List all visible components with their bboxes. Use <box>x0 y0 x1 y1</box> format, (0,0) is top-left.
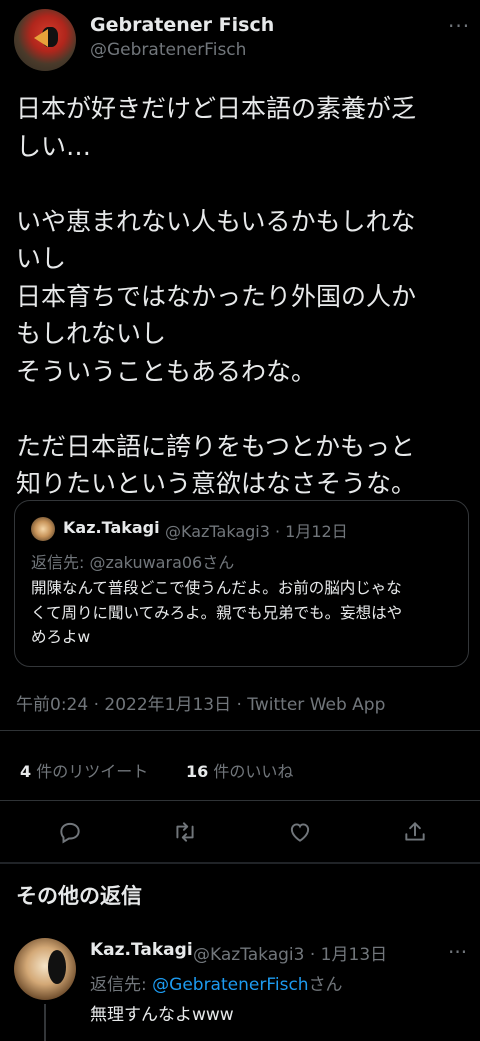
more-icon[interactable]: ··· <box>448 14 470 38</box>
tweet-line: いし <box>16 244 67 273</box>
more-icon[interactable]: ··· <box>448 940 467 964</box>
retweet-label: 件のリツイート <box>36 762 149 781</box>
retweet-count: 4 <box>20 762 32 781</box>
tweet-line: もしれないし <box>16 319 167 348</box>
tweet-line: しい… <box>16 131 92 161</box>
quote-author-meta: @KazTakagi3 · 1月12日 <box>165 522 348 541</box>
quote-avatar <box>31 517 55 541</box>
reply-to-prefix: 返信先: <box>90 975 153 995</box>
tweet-line <box>16 390 468 428</box>
tweet-text: 日本が好きだけど日本語の素養が乏 しい… いや恵まれない人もいるかもしれな いし… <box>16 90 468 503</box>
tweet-line: いや恵まれない人もいるかもしれな <box>16 206 416 236</box>
tweet-line: 日本育ちではなかったり外国の人か <box>16 281 417 311</box>
quote-author-name: Kaz.Takagi <box>63 518 160 537</box>
replies-section-title: その他の返信 <box>16 884 142 908</box>
quote-text: 開陳なんて普段どこで使うんだよ。お前の脳内じゃな くて周りに聞いてみろよ。親でも… <box>31 576 461 650</box>
tweet-line: 知りたいという意欲はなさそうな。 <box>16 469 417 498</box>
quoted-tweet[interactable]: Kaz.Takagi @KazTakagi3 · 1月12日 返信先: @zak… <box>14 500 469 667</box>
tweet-line <box>16 165 468 203</box>
quote-line: くて周りに聞いてみろよ。親でも兄弟でも。妄想はや <box>31 603 403 622</box>
share-icon[interactable] <box>399 816 431 848</box>
reply-author-name[interactable]: Kaz.Takagi <box>90 940 193 960</box>
quote-line: めろよw <box>31 628 91 646</box>
quote-line: 開陳なんて普段どこで使うんだよ。お前の脳内じゃな <box>31 579 402 597</box>
tweet-line: 日本が好きだけど日本語の素養が乏 <box>16 94 417 123</box>
section-divider <box>0 862 480 864</box>
tweet-line: そういうこともあるわな。 <box>16 356 317 386</box>
reply-to-handle[interactable]: @GebratenerFisch <box>152 975 308 995</box>
reply-icon[interactable] <box>54 816 86 848</box>
retweet-icon[interactable] <box>169 816 201 848</box>
author-name[interactable]: Gebratener Fisch <box>90 14 274 36</box>
tweet-timestamp[interactable]: 午前0:24 · 2022年1月13日 · Twitter Web App <box>16 690 385 715</box>
reply-to-suffix: さん <box>308 975 343 995</box>
reply-author-meta[interactable]: @KazTakagi3 · 1月13日 <box>193 940 387 965</box>
author-handle[interactable]: @GebratenerFisch <box>90 40 246 60</box>
reply-text: 無理すんなよwww <box>90 1005 234 1025</box>
retweet-stat[interactable]: 4 件のリツイート <box>20 758 148 782</box>
tweet-line: ただ日本語に誇りをもつとかもっと <box>16 431 416 461</box>
divider <box>0 730 480 731</box>
quote-reply-to: 返信先: @zakuwara06さん <box>31 553 235 572</box>
thread-line <box>44 1004 46 1041</box>
author-avatar[interactable] <box>14 9 76 71</box>
like-count: 16 <box>186 762 209 781</box>
divider <box>0 800 480 801</box>
like-stat[interactable]: 16 件のいいね <box>186 758 293 782</box>
like-icon[interactable] <box>284 816 316 848</box>
like-label: 件のいいね <box>213 762 294 781</box>
reply-author-avatar[interactable] <box>14 938 76 1000</box>
reply-to: 返信先: @GebratenerFischさん <box>90 970 343 995</box>
